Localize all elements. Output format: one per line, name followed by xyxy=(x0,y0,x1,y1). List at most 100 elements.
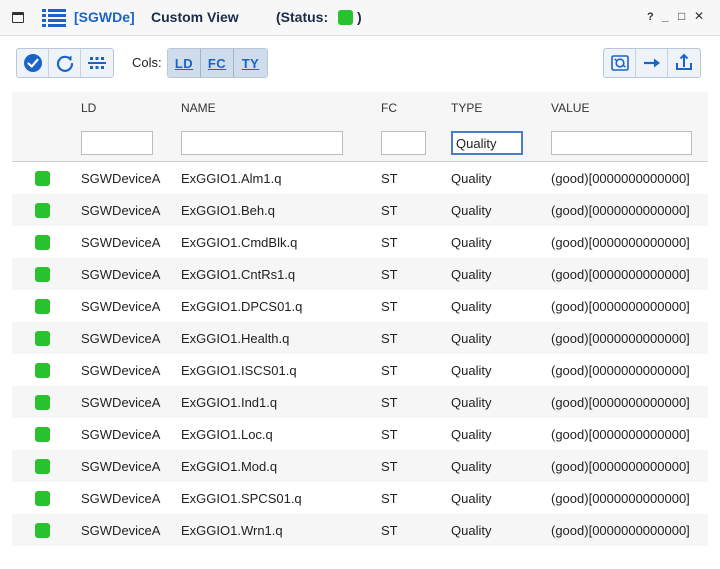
cell-fc: ST xyxy=(381,523,398,538)
cell-ld: SGWDeviceA xyxy=(81,171,161,186)
cell-value: (good)[0000000000000] xyxy=(551,331,690,346)
export-button[interactable] xyxy=(604,49,636,77)
cell-type: Quality xyxy=(451,203,492,218)
row-status-indicator xyxy=(35,203,50,218)
cell-type: Quality xyxy=(451,299,492,314)
cell-type: Quality xyxy=(451,459,492,474)
table-row[interactable]: SGWDeviceA ExGGIO1.Alm1.q ST Quality (good)[… xyxy=(12,162,708,194)
cell-value: (good)[0000000000000] xyxy=(551,459,690,474)
cell-value: (good)[0000000000000] xyxy=(551,363,690,378)
table-row[interactable]: SGWDeviceA ExGGIO1.Loc.q ST Quality (good)[0… xyxy=(12,418,708,450)
arrow-right-icon xyxy=(643,58,660,68)
header-name[interactable]: NAME xyxy=(181,101,216,115)
cell-name: ExGGIO1.CntRs1.q xyxy=(181,267,296,282)
header-type[interactable]: TYPE xyxy=(451,101,482,115)
row-status-indicator xyxy=(35,523,50,538)
cell-value: (good)[0000000000000] xyxy=(551,203,690,218)
row-status-indicator xyxy=(35,363,50,378)
cell-value: (good)[0000000000000] xyxy=(551,299,690,314)
row-status-indicator xyxy=(35,459,50,474)
refresh-button[interactable] xyxy=(49,49,81,77)
cell-name: ExGGIO1.ISCS01.q xyxy=(181,363,297,378)
cell-type: Quality xyxy=(451,171,492,186)
right-button-group xyxy=(603,48,701,78)
filter-ld-input[interactable] xyxy=(81,131,153,155)
cell-name: ExGGIO1.Beh.q xyxy=(181,203,275,218)
network-button[interactable] xyxy=(81,49,113,77)
export-icon xyxy=(610,55,629,71)
row-status-indicator xyxy=(35,395,50,410)
forward-button[interactable] xyxy=(636,49,668,77)
title-bar: [SGWDe] Custom View (Status: ) ? _ □ ✕ xyxy=(0,0,720,36)
toggle-ld-column-button[interactable]: LD xyxy=(168,49,201,77)
cell-value: (good)[0000000000000] xyxy=(551,171,690,186)
cell-fc: ST xyxy=(381,491,398,506)
cell-value: (good)[0000000000000] xyxy=(551,267,690,282)
cell-fc: ST xyxy=(381,331,398,346)
cell-value: (good)[0000000000000] xyxy=(551,235,690,250)
header-fc[interactable]: FC xyxy=(381,101,397,115)
help-button[interactable]: ? xyxy=(647,10,654,24)
table-row[interactable]: SGWDeviceA ExGGIO1.Health.q ST Quality (good… xyxy=(12,322,708,354)
window-tag: [SGWDe] xyxy=(74,9,135,25)
filter-value-input[interactable] xyxy=(551,131,692,155)
cell-type: Quality xyxy=(451,427,492,442)
cell-fc: ST xyxy=(381,427,398,442)
status-close: ) xyxy=(357,9,362,25)
refresh-icon xyxy=(56,55,73,72)
cell-fc: ST xyxy=(381,299,398,314)
cell-type: Quality xyxy=(451,395,492,410)
table-row[interactable]: SGWDeviceA ExGGIO1.SPCS01.q ST Quality (good… xyxy=(12,482,708,514)
cell-name: ExGGIO1.Ind1.q xyxy=(181,395,278,410)
anchor-button[interactable] xyxy=(668,49,700,77)
cell-ld: SGWDeviceA xyxy=(81,203,161,218)
apply-button[interactable] xyxy=(17,49,49,77)
toggle-ty-column-button[interactable]: TY xyxy=(234,49,267,77)
table-row[interactable]: SGWDeviceA ExGGIO1.CmdBlk.q ST Quality (good… xyxy=(12,226,708,258)
cell-name: ExGGIO1.Mod.q xyxy=(181,459,278,474)
toggle-fc-column-button[interactable]: FC xyxy=(201,49,234,77)
cell-name: ExGGIO1.DPCS01.q xyxy=(181,299,303,314)
row-status-indicator xyxy=(35,267,50,282)
column-toggle-group: LD FC TY xyxy=(167,48,268,78)
cell-ld: SGWDeviceA xyxy=(81,299,161,314)
table-row[interactable]: SGWDeviceA ExGGIO1.ISCS01.q ST Quality (good… xyxy=(12,354,708,386)
cell-fc: ST xyxy=(381,267,398,282)
cell-ld: SGWDeviceA xyxy=(81,267,161,282)
filter-type-input[interactable] xyxy=(451,131,523,155)
cell-fc: ST xyxy=(381,363,398,378)
close-button[interactable]: ✕ xyxy=(694,9,704,23)
cell-ld: SGWDeviceA xyxy=(81,491,161,506)
filter-name-input[interactable] xyxy=(181,131,343,155)
cell-type: Quality xyxy=(451,331,492,346)
table-row[interactable]: SGWDeviceA ExGGIO1.Beh.q ST Quality (good)[0… xyxy=(12,194,708,226)
row-status-indicator xyxy=(35,427,50,442)
table-row[interactable]: SGWDeviceA ExGGIO1.CntRs1.q ST Quality (good… xyxy=(12,258,708,290)
header-ld[interactable]: LD xyxy=(81,101,96,115)
cols-label: Cols: xyxy=(132,55,162,70)
cell-type: Quality xyxy=(451,491,492,506)
minimize-button[interactable]: _ xyxy=(662,9,669,23)
cell-name: ExGGIO1.Wrn1.q xyxy=(181,523,283,538)
cell-ld: SGWDeviceA xyxy=(81,363,161,378)
action-button-group xyxy=(16,48,114,78)
cell-fc: ST xyxy=(381,459,398,474)
filter-fc-input[interactable] xyxy=(381,131,426,155)
table-row[interactable]: SGWDeviceA ExGGIO1.DPCS01.q ST Quality (good… xyxy=(12,290,708,322)
table-row[interactable]: SGWDeviceA ExGGIO1.Wrn1.q ST Quality (good)[… xyxy=(12,514,708,546)
list-menu-icon[interactable] xyxy=(42,8,66,28)
maximize-button[interactable]: □ xyxy=(678,9,685,23)
table-row[interactable]: SGWDeviceA ExGGIO1.Ind1.q ST Quality (good)[… xyxy=(12,386,708,418)
status-label: (Status: xyxy=(276,9,329,25)
cell-type: Quality xyxy=(451,523,492,538)
cell-fc: ST xyxy=(381,203,398,218)
cell-fc: ST xyxy=(381,235,398,250)
network-icon xyxy=(88,57,106,69)
row-status-indicator xyxy=(35,171,50,186)
table-row[interactable]: SGWDeviceA ExGGIO1.Mod.q ST Quality (good)[0… xyxy=(12,450,708,482)
table-header: LD NAME FC TYPE VALUE xyxy=(12,92,708,162)
cell-value: (good)[0000000000000] xyxy=(551,395,690,410)
cell-value: (good)[0000000000000] xyxy=(551,427,690,442)
cell-type: Quality xyxy=(451,235,492,250)
header-value[interactable]: VALUE xyxy=(551,101,589,115)
